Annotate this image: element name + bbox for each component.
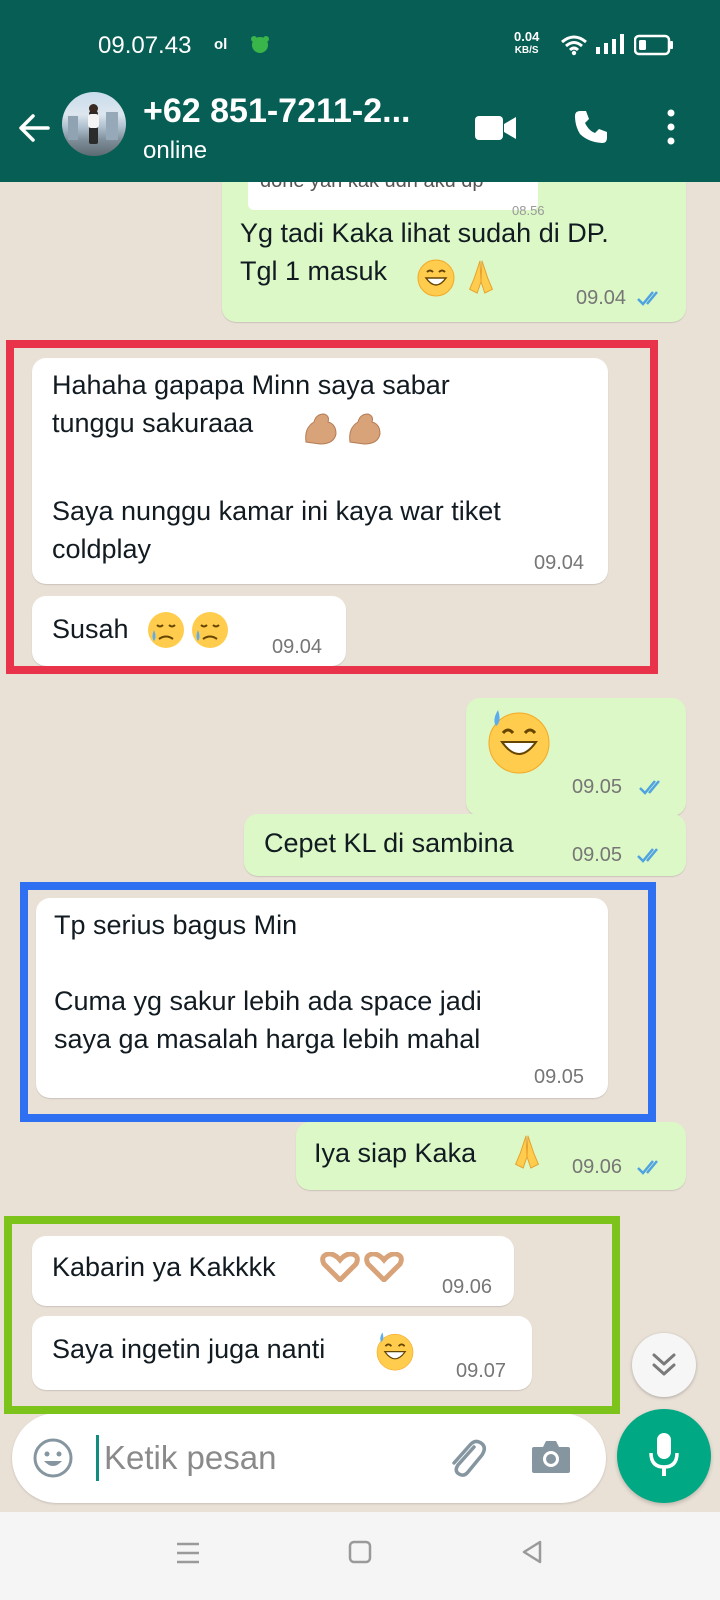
message-time: 09.06 xyxy=(572,1156,623,1178)
status-indicator: ol xyxy=(214,36,228,53)
message-incoming[interactable]: Kabarin ya Kakkkk 09.06 xyxy=(32,1236,514,1306)
message-time: 09.06 xyxy=(442,1276,493,1298)
heart-hands-emoji xyxy=(320,1252,360,1282)
grinning-sweat-emoji xyxy=(488,710,550,774)
camera-icon[interactable] xyxy=(530,1437,572,1477)
nav-back-icon[interactable] xyxy=(518,1538,546,1566)
app-notification-icon xyxy=(251,36,269,53)
message-time: 09.04 xyxy=(576,287,627,309)
message-incoming[interactable]: Saya ingetin juga nanti 09.07 xyxy=(32,1316,532,1390)
message-time: 09.05 xyxy=(572,776,623,798)
message-text: Hahaha gapapa Minn saya sabar tunggu sak… xyxy=(52,370,450,438)
message-outgoing[interactable]: 09.05 xyxy=(466,698,686,816)
read-ticks-icon xyxy=(637,848,658,863)
message-time: 09.05 xyxy=(572,844,623,866)
home-icon[interactable] xyxy=(346,1538,374,1566)
status-time: 09.07.43 xyxy=(98,32,192,59)
message-text-paragraph: Saya nunggu kamar ini kaya war tiket col… xyxy=(52,496,501,564)
message-time: 09.04 xyxy=(534,552,585,574)
message-input[interactable] xyxy=(104,1433,424,1483)
chevron-double-down-icon xyxy=(652,1353,676,1376)
wifi-icon xyxy=(561,35,587,56)
quoted-message: done yah kak udh aku dp 08.56 xyxy=(248,182,545,218)
phone-icon[interactable] xyxy=(572,108,610,146)
scroll-to-bottom-button[interactable] xyxy=(632,1333,696,1397)
sad-relieved-face-emoji xyxy=(148,612,184,648)
message-time: 09.07 xyxy=(456,1360,507,1382)
message-text: Cepet KL di sambina xyxy=(264,828,514,858)
voice-message-button[interactable] xyxy=(617,1409,711,1503)
message-outgoing[interactable]: Cepet KL di sambina 09.05 xyxy=(244,814,686,876)
contact-status: online xyxy=(143,137,208,164)
read-ticks-icon xyxy=(637,291,658,306)
signal-icon xyxy=(596,34,624,54)
message-time: 09.04 xyxy=(272,636,323,658)
chat-header: 09.07.43 ol 0.04 KB/S +62 851-7211-2... … xyxy=(0,0,720,182)
folded-hands-emoji xyxy=(514,1135,540,1169)
emoji-icon[interactable] xyxy=(32,1437,74,1479)
battery-icon xyxy=(634,34,673,56)
message-incoming[interactable]: Susah 09.04 xyxy=(32,596,346,666)
message-outgoing[interactable]: done yah kak udh aku dp 08.56 Yg tadi Ka… xyxy=(222,182,686,322)
flexed-biceps-emoji xyxy=(349,413,381,445)
message-text: Susah xyxy=(52,614,129,644)
recent-apps-icon[interactable] xyxy=(174,1539,202,1567)
more-vertical-icon[interactable] xyxy=(664,108,678,146)
message-incoming[interactable]: Tp serius bagus Min Cuma yg sakur lebih … xyxy=(36,898,608,1098)
system-nav-bar xyxy=(0,1512,720,1600)
flexed-biceps-emoji xyxy=(305,413,337,445)
mic-icon xyxy=(649,1433,679,1476)
message-text: Saya ingetin juga nanti xyxy=(52,1334,326,1364)
network-speed-unit: KB/S xyxy=(514,45,539,56)
message-text-paragraph: Cuma yg sakur lebih ada space jadi saya … xyxy=(54,986,482,1054)
quoted-message-text: done yah kak udh aku dp xyxy=(260,182,484,200)
folded-hands-emoji xyxy=(468,260,494,294)
message-composer xyxy=(12,1413,606,1503)
heart-hands-emoji xyxy=(364,1252,404,1282)
grinning-sweat-emoji xyxy=(376,1332,414,1371)
message-outgoing[interactable]: Iya siap Kaka 09.06 xyxy=(296,1122,686,1190)
message-text: Iya siap Kaka xyxy=(314,1138,477,1168)
message-incoming[interactable]: Hahaha gapapa Minn saya sabar tunggu sak… xyxy=(32,358,608,584)
sad-relieved-face-emoji xyxy=(192,612,228,648)
message-time: 09.05 xyxy=(534,1066,585,1088)
network-speed: 0.04 KB/S xyxy=(514,30,539,58)
message-text: Tp serius bagus Min xyxy=(54,910,298,940)
read-ticks-icon xyxy=(639,780,660,795)
video-call-icon[interactable] xyxy=(474,112,518,144)
network-speed-value: 0.04 xyxy=(514,29,540,44)
chat-area[interactable]: done yah kak udh aku dp 08.56 Yg tadi Ka… xyxy=(0,182,720,1418)
contact-name[interactable]: +62 851-7211-2... xyxy=(143,92,411,131)
back-arrow-icon[interactable] xyxy=(14,108,54,148)
text-cursor xyxy=(96,1435,99,1481)
message-text: Kabarin ya Kakkkk xyxy=(52,1252,276,1282)
attach-icon[interactable] xyxy=(444,1435,488,1481)
read-ticks-icon xyxy=(637,1160,658,1175)
contact-avatar[interactable] xyxy=(62,92,126,156)
grinning-face-emoji xyxy=(417,259,455,297)
